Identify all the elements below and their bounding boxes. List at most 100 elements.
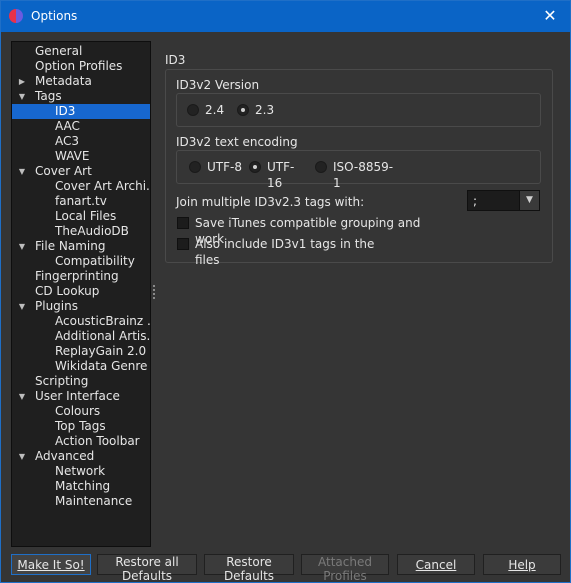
tree-item-label: WAVE <box>55 149 90 163</box>
tree-item-label: Action Toolbar <box>55 434 140 448</box>
tree-item-label: General <box>35 44 83 58</box>
tree-item[interactable]: Fingerprinting <box>12 269 150 284</box>
join-tags-label: Join multiple ID3v2.3 tags with: <box>176 195 365 209</box>
checkbox-label: Also include ID3v1 tags in the files <box>195 237 375 267</box>
tree-item-label: Local Files <box>55 209 117 223</box>
tree-item[interactable]: General <box>12 44 150 59</box>
tree-item[interactable]: ▼ Cover Art <box>12 164 150 179</box>
tree-item[interactable]: Option Profiles <box>12 59 150 74</box>
tree-item[interactable]: ID3 <box>12 104 150 119</box>
button-label: Help <box>508 557 536 572</box>
join-separator-combo[interactable]: ; ▼ <box>467 190 540 211</box>
tree-item-label: ID3 <box>55 104 76 118</box>
tree-item-label: Fingerprinting <box>35 269 119 283</box>
attached-profiles-button[interactable]: Attached Profiles <box>301 554 389 583</box>
tree-item[interactable]: ▼ File Naming <box>12 239 150 254</box>
tree-item-label: Cover Art <box>35 164 92 178</box>
tree-item[interactable]: Maintenance <box>12 494 150 509</box>
radio-encoding-utf16[interactable]: UTF-16 <box>249 159 309 190</box>
radio-encoding-utf8[interactable]: UTF-8 <box>189 159 243 175</box>
tree-item[interactable]: TheAudioDB <box>12 224 150 239</box>
tree-item-label: File Naming <box>35 239 106 253</box>
tree-item[interactable]: AAC <box>12 119 150 134</box>
radio-label: UTF-8 <box>207 160 242 174</box>
tree-item-label: ReplayGain 2.0 <box>55 344 147 358</box>
help-button[interactable]: Help <box>483 554 561 575</box>
tree-item[interactable]: AcousticBrainz ... <box>12 314 150 329</box>
tree-item[interactable]: Action Toolbar <box>12 434 150 449</box>
restore-all-defaults-button[interactable]: Restore all Defaults <box>97 554 197 583</box>
tree-item[interactable]: ▼ User Interface <box>12 389 150 404</box>
radio-indicator[interactable] <box>249 161 261 173</box>
tree-item[interactable]: Scripting <box>12 374 150 389</box>
tree-item[interactable]: Cover Art Archi... <box>12 179 150 194</box>
splitter-handle[interactable] <box>153 285 156 303</box>
radio-indicator[interactable] <box>237 104 249 116</box>
radio-label: UTF-16 <box>267 160 295 190</box>
tree-item-label: Compatibility <box>55 254 135 268</box>
radio-version-2-3[interactable]: 2.3 <box>237 102 279 118</box>
radio-version-2-4[interactable]: 2.4 <box>187 102 229 118</box>
tree-item[interactable]: Network <box>12 464 150 479</box>
tree-item[interactable]: Additional Artis... <box>12 329 150 344</box>
tree-item-label: User Interface <box>35 389 120 403</box>
tree-item-label: AC3 <box>55 134 80 148</box>
options-window: Options ✕ General Option Profiles ▶ Metadat… <box>0 0 571 583</box>
tree-item[interactable]: Matching <box>12 479 150 494</box>
tree-item-label: Metadata <box>35 74 92 88</box>
tree-item[interactable]: ▶ Metadata <box>12 74 150 89</box>
itunes-grouping-checkbox[interactable]: Save iTunes compatible grouping and work <box>177 215 437 246</box>
version-box <box>176 93 541 127</box>
page-title: ID3 <box>165 53 186 67</box>
radio-label: 2.3 <box>255 103 275 117</box>
expanded-arrow-icon[interactable]: ▼ <box>17 239 27 254</box>
collapsed-arrow-icon[interactable]: ▶ <box>17 74 27 89</box>
expanded-arrow-icon[interactable]: ▼ <box>17 89 27 104</box>
button-label: Cancel <box>415 557 457 572</box>
version-label: ID3v2 Version <box>176 78 260 92</box>
tree-item[interactable]: AC3 <box>12 134 150 149</box>
expanded-arrow-icon[interactable]: ▼ <box>17 389 27 404</box>
tree-item[interactable]: Colours <box>12 404 150 419</box>
options-tree[interactable]: General Option Profiles ▶ Metadata ▼ Tags ID3 A… <box>11 41 151 547</box>
window-title: Options <box>31 9 78 23</box>
checkbox-box[interactable] <box>177 217 189 229</box>
tree-item[interactable]: WAVE <box>12 149 150 164</box>
encoding-label: ID3v2 text encoding <box>176 135 298 149</box>
checkbox-box[interactable] <box>177 238 189 250</box>
tree-item-label: Wikidata Genre <box>55 359 148 373</box>
radio-indicator[interactable] <box>187 104 199 116</box>
expanded-arrow-icon[interactable]: ▼ <box>17 164 27 179</box>
cancel-button[interactable]: Cancel <box>397 554 475 575</box>
expanded-arrow-icon[interactable]: ▼ <box>17 449 27 464</box>
tree-item-label: Plugins <box>35 299 78 313</box>
tree-item-label: Advanced <box>35 449 95 463</box>
tree-item[interactable]: ▼ Plugins <box>12 299 150 314</box>
close-icon[interactable]: ✕ <box>538 4 562 28</box>
tree-item-label: Network <box>55 464 106 478</box>
tree-item[interactable]: Wikidata Genre <box>12 359 150 374</box>
tree-item[interactable]: Local Files <box>12 209 150 224</box>
include-id3v1-checkbox[interactable]: Also include ID3v1 tags in the files <box>177 236 397 267</box>
tree-item-label: CD Lookup <box>35 284 100 298</box>
tree-item[interactable]: ReplayGain 2.0 <box>12 344 150 359</box>
button-label: Make It So! <box>17 557 85 572</box>
tree-item[interactable]: ▼ Tags <box>12 89 150 104</box>
button-label: Restore all Defaults <box>115 555 179 583</box>
tree-item-label: Maintenance <box>55 494 133 508</box>
radio-label: ISO-8859-1 <box>333 160 394 190</box>
button-label: Restore Defaults <box>223 555 275 583</box>
radio-encoding-iso[interactable]: ISO-8859-1 <box>315 159 395 190</box>
expanded-arrow-icon[interactable]: ▼ <box>17 299 27 314</box>
tree-item[interactable]: fanart.tv <box>12 194 150 209</box>
radio-indicator[interactable] <box>315 161 327 173</box>
make-it-so-button[interactable]: Make It So! <box>11 554 91 575</box>
chevron-down-icon[interactable]: ▼ <box>519 191 539 210</box>
restore-defaults-button[interactable]: Restore Defaults <box>204 554 294 583</box>
radio-indicator[interactable] <box>189 161 201 173</box>
tree-item[interactable]: Top Tags <box>12 419 150 434</box>
tree-item[interactable]: CD Lookup <box>12 284 150 299</box>
tree-item[interactable]: Compatibility <box>12 254 150 269</box>
tree-item[interactable]: ▼ Advanced <box>12 449 150 464</box>
tree-item-label: Top Tags <box>55 419 106 433</box>
